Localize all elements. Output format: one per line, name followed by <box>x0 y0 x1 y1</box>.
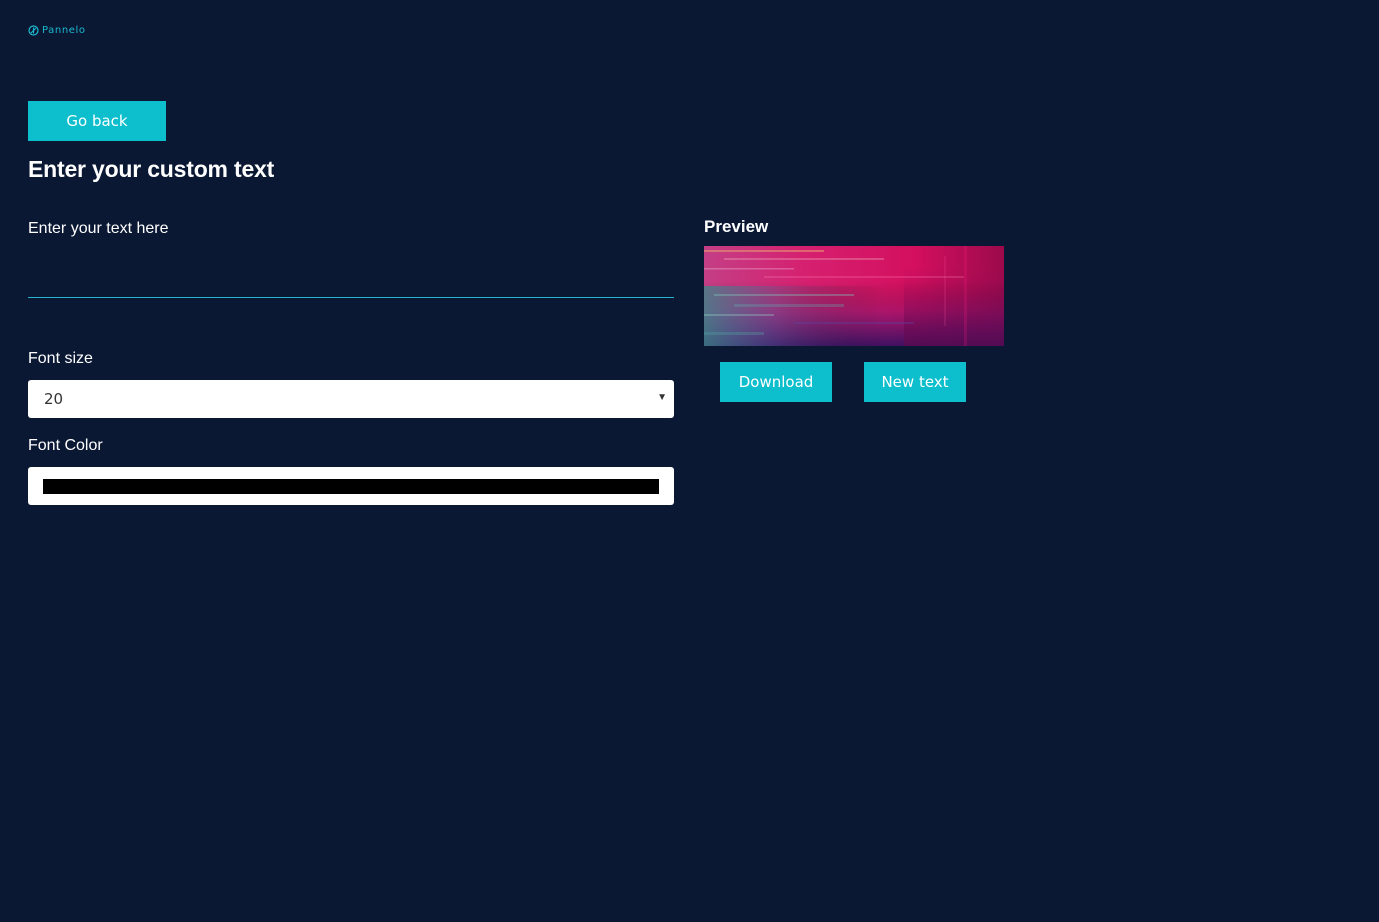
font-size-select[interactable]: 20 ▼ <box>28 380 674 418</box>
page-title: Enter your custom text <box>28 156 275 182</box>
dropdown-arrow-icon: ▼ <box>657 392 667 403</box>
font-color-swatch <box>43 479 659 494</box>
text-input-label: Enter your text here <box>28 220 169 237</box>
pannelo-logo-icon <box>28 25 39 36</box>
brand-name: Pannelo <box>42 25 86 36</box>
new-text-button[interactable]: New text <box>864 362 966 402</box>
download-button[interactable]: Download <box>720 362 832 402</box>
custom-text-input[interactable] <box>28 262 674 298</box>
font-size-label: Font size <box>28 350 93 367</box>
font-size-value: 20 <box>44 390 64 408</box>
page: Pannelo Go back Enter your custom text E… <box>0 0 1379 922</box>
preview-image <box>704 246 1004 346</box>
go-back-button[interactable]: Go back <box>28 101 166 141</box>
font-color-picker[interactable] <box>28 467 674 505</box>
preview-title: Preview <box>704 217 769 236</box>
brand-logo[interactable]: Pannelo <box>28 25 86 36</box>
font-color-label: Font Color <box>28 437 103 454</box>
